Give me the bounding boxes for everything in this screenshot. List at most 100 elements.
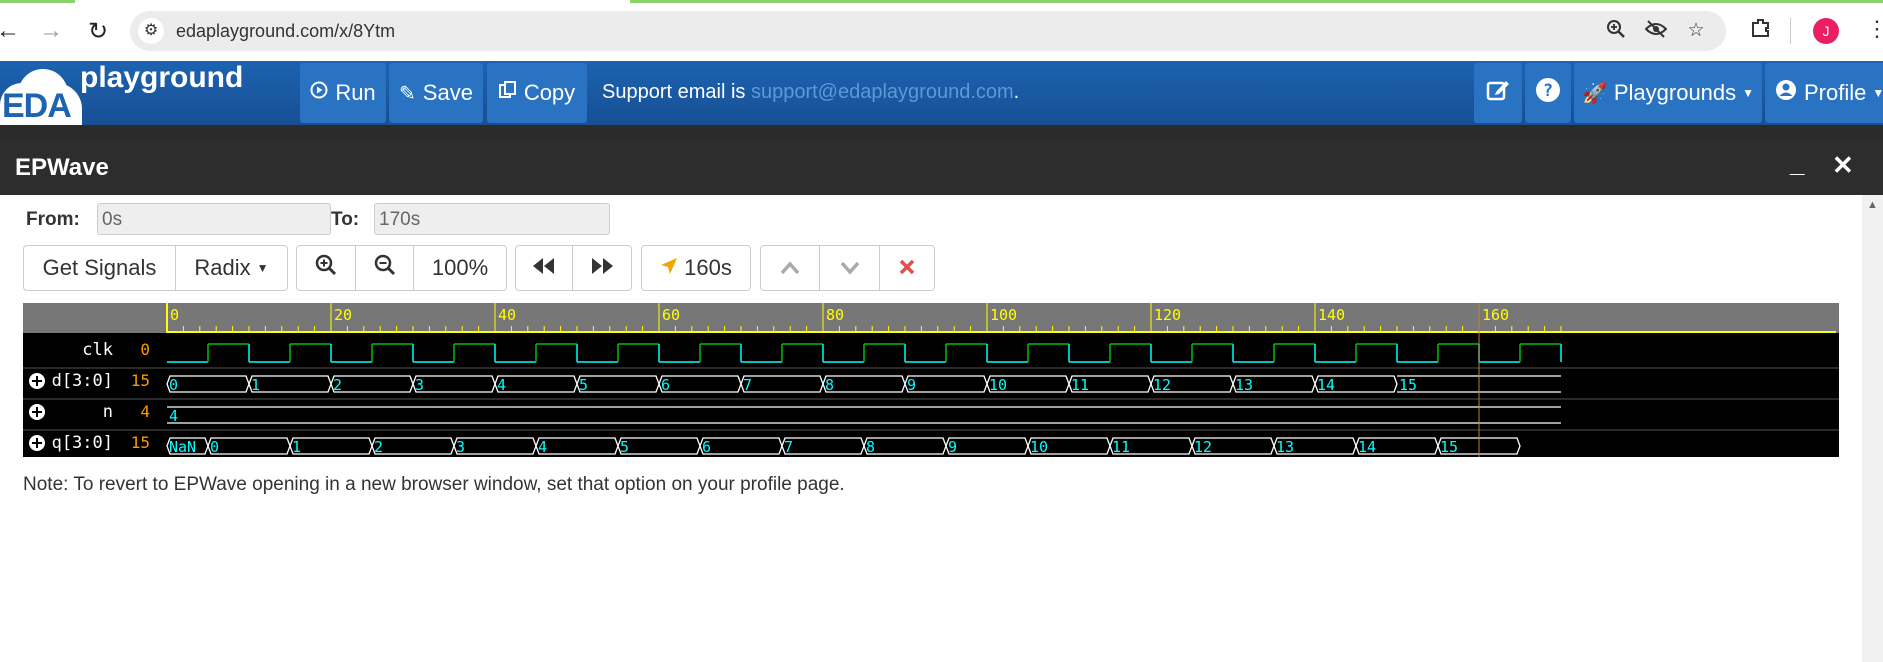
waveform-viewer[interactable]: 0 20 40 60 80 100 120 140 160 clk 0d[3:0] 15n 4q[3:… — [23, 303, 1839, 457]
q-value-label: NaN — [169, 438, 196, 456]
toolbar-divider — [1790, 18, 1791, 44]
fast-backward-icon — [532, 255, 556, 281]
scroll-left-button[interactable] — [515, 245, 573, 291]
q-value-label: 4 — [538, 438, 547, 456]
profile-menu[interactable]: Profile ▼ — [1765, 63, 1883, 123]
reload-icon[interactable]: ↻ — [84, 17, 112, 45]
prev-transition-button[interactable] — [760, 245, 820, 291]
timeline-ruler-bg — [23, 303, 1839, 333]
radix-dropdown[interactable]: Radix ▼ — [175, 245, 288, 291]
scroll-up-arrow-icon[interactable]: ▲ — [1867, 199, 1878, 211]
site-settings-icon[interactable]: ⚙ — [138, 18, 164, 44]
signal-value: 0 — [140, 340, 150, 359]
from-label: From: — [26, 209, 80, 230]
zoom-out-button[interactable] — [355, 245, 414, 291]
d-value-label: 13 — [1235, 376, 1253, 394]
vertical-scrollbar[interactable]: ▲ — [1862, 195, 1883, 662]
time-tick-label: 20 — [334, 306, 352, 324]
address-bar[interactable]: ⚙ edaplayground.com/x/8Ytm ☆ — [130, 11, 1726, 51]
support-email-text: Support email is support@edaplayground.c… — [602, 81, 1019, 104]
q-value-label: 1 — [292, 438, 301, 456]
to-input[interactable]: 170s — [374, 203, 610, 235]
next-transition-button[interactable] — [819, 245, 880, 291]
forward-icon[interactable]: → — [37, 17, 65, 45]
zoom-in-icon — [315, 254, 337, 282]
playgrounds-menu[interactable]: 🚀 Playgrounds ▼ — [1574, 63, 1762, 123]
caret-down-icon: ▼ — [1742, 86, 1755, 100]
zoom-in-button[interactable] — [296, 245, 356, 291]
d-value-label: 3 — [415, 376, 424, 394]
q-value-label: 3 — [456, 438, 465, 456]
cursor-time-button[interactable]: 160s — [641, 245, 751, 291]
bookmark-star-icon[interactable]: ☆ — [1684, 19, 1708, 43]
d-value-label: 10 — [989, 376, 1007, 394]
pencil-icon: ✎ — [399, 82, 416, 105]
support-email-link[interactable]: support@edaplayground.com — [751, 81, 1014, 103]
d-value-label: 6 — [661, 376, 670, 394]
caret-down-icon: ▼ — [256, 261, 269, 275]
help-button[interactable]: ? — [1525, 63, 1571, 123]
remove-signal-button[interactable] — [879, 245, 935, 291]
save-label: Save — [422, 80, 473, 105]
url-text[interactable]: edaplayground.com/x/8Ytm — [176, 21, 395, 42]
edit-profile-button[interactable] — [1474, 63, 1522, 123]
zoom-level-button[interactable]: 100% — [413, 245, 507, 291]
more-menu-icon[interactable]: ⋮ — [1866, 16, 1883, 42]
copy-icon — [498, 81, 517, 105]
q-value-label: 0 — [210, 438, 219, 456]
support-period: . — [1013, 81, 1020, 103]
signal-value: 4 — [140, 402, 150, 421]
extensions-icon[interactable] — [1748, 17, 1774, 43]
q-value-label: 14 — [1358, 438, 1376, 456]
signal-name: n — [103, 402, 113, 422]
play-circle-icon — [310, 81, 328, 105]
app-header: EDA playground Run ✎ Save Copy Support e… — [0, 61, 1883, 127]
minimize-icon[interactable]: _ — [1790, 148, 1804, 179]
avatar[interactable]: J — [1813, 18, 1839, 44]
time-tick-label: 40 — [498, 306, 516, 324]
close-icon[interactable]: ✕ — [1832, 150, 1854, 181]
q-value-label: 13 — [1276, 438, 1294, 456]
signal-value: 15 — [131, 433, 150, 452]
support-text: Support email is — [602, 81, 751, 103]
eda-playground-logo[interactable]: EDA playground — [0, 61, 280, 127]
browser-toolbar: ← → ↻ ⚙ edaplayground.com/x/8Ytm ☆ J ⋮ — [0, 0, 1883, 61]
divider-strip — [0, 125, 1883, 140]
d-value-label: 14 — [1317, 376, 1335, 394]
eye-off-icon[interactable] — [1644, 19, 1668, 43]
user-circle-icon — [1775, 79, 1797, 107]
time-tick-label: 140 — [1318, 306, 1345, 324]
caret-down-icon: ▼ — [1872, 86, 1883, 100]
location-arrow-icon — [660, 255, 678, 281]
get-signals-button[interactable]: Get Signals — [23, 245, 176, 291]
save-button[interactable]: ✎ Save — [389, 63, 483, 123]
signal-value: 15 — [131, 371, 150, 390]
run-button[interactable]: Run — [300, 63, 386, 123]
copy-button[interactable]: Copy — [487, 63, 587, 123]
q-value-label: 8 — [866, 438, 875, 456]
from-input[interactable]: 0s — [97, 203, 331, 235]
svg-text:?: ? — [1543, 81, 1553, 101]
q-value-label: 11 — [1112, 438, 1130, 456]
fast-forward-icon — [590, 255, 614, 281]
profile-label: Profile — [1804, 80, 1867, 105]
d-value-label: 7 — [743, 376, 752, 394]
epwave-title: EPWave — [15, 154, 109, 181]
back-icon[interactable]: ← — [0, 17, 22, 45]
q-value-label: 7 — [784, 438, 793, 456]
signal-name: clk — [82, 340, 113, 360]
time-tick-label: 120 — [1154, 306, 1181, 324]
zoom-out-icon — [374, 254, 396, 282]
tab-accent — [630, 0, 1883, 3]
radix-label: Radix — [194, 255, 251, 280]
time-tick-label: 0 — [170, 306, 179, 324]
logo-playground-text: playground — [80, 61, 244, 94]
signal-name: d[3:0] — [52, 371, 113, 391]
q-value-label: 15 — [1440, 438, 1458, 456]
close-icon — [899, 255, 915, 281]
zoom-icon[interactable] — [1604, 19, 1628, 43]
d-value-label: 2 — [333, 376, 342, 394]
scroll-right-button[interactable] — [572, 245, 632, 291]
q-value-label: 10 — [1030, 438, 1048, 456]
tab-accent — [0, 0, 75, 3]
